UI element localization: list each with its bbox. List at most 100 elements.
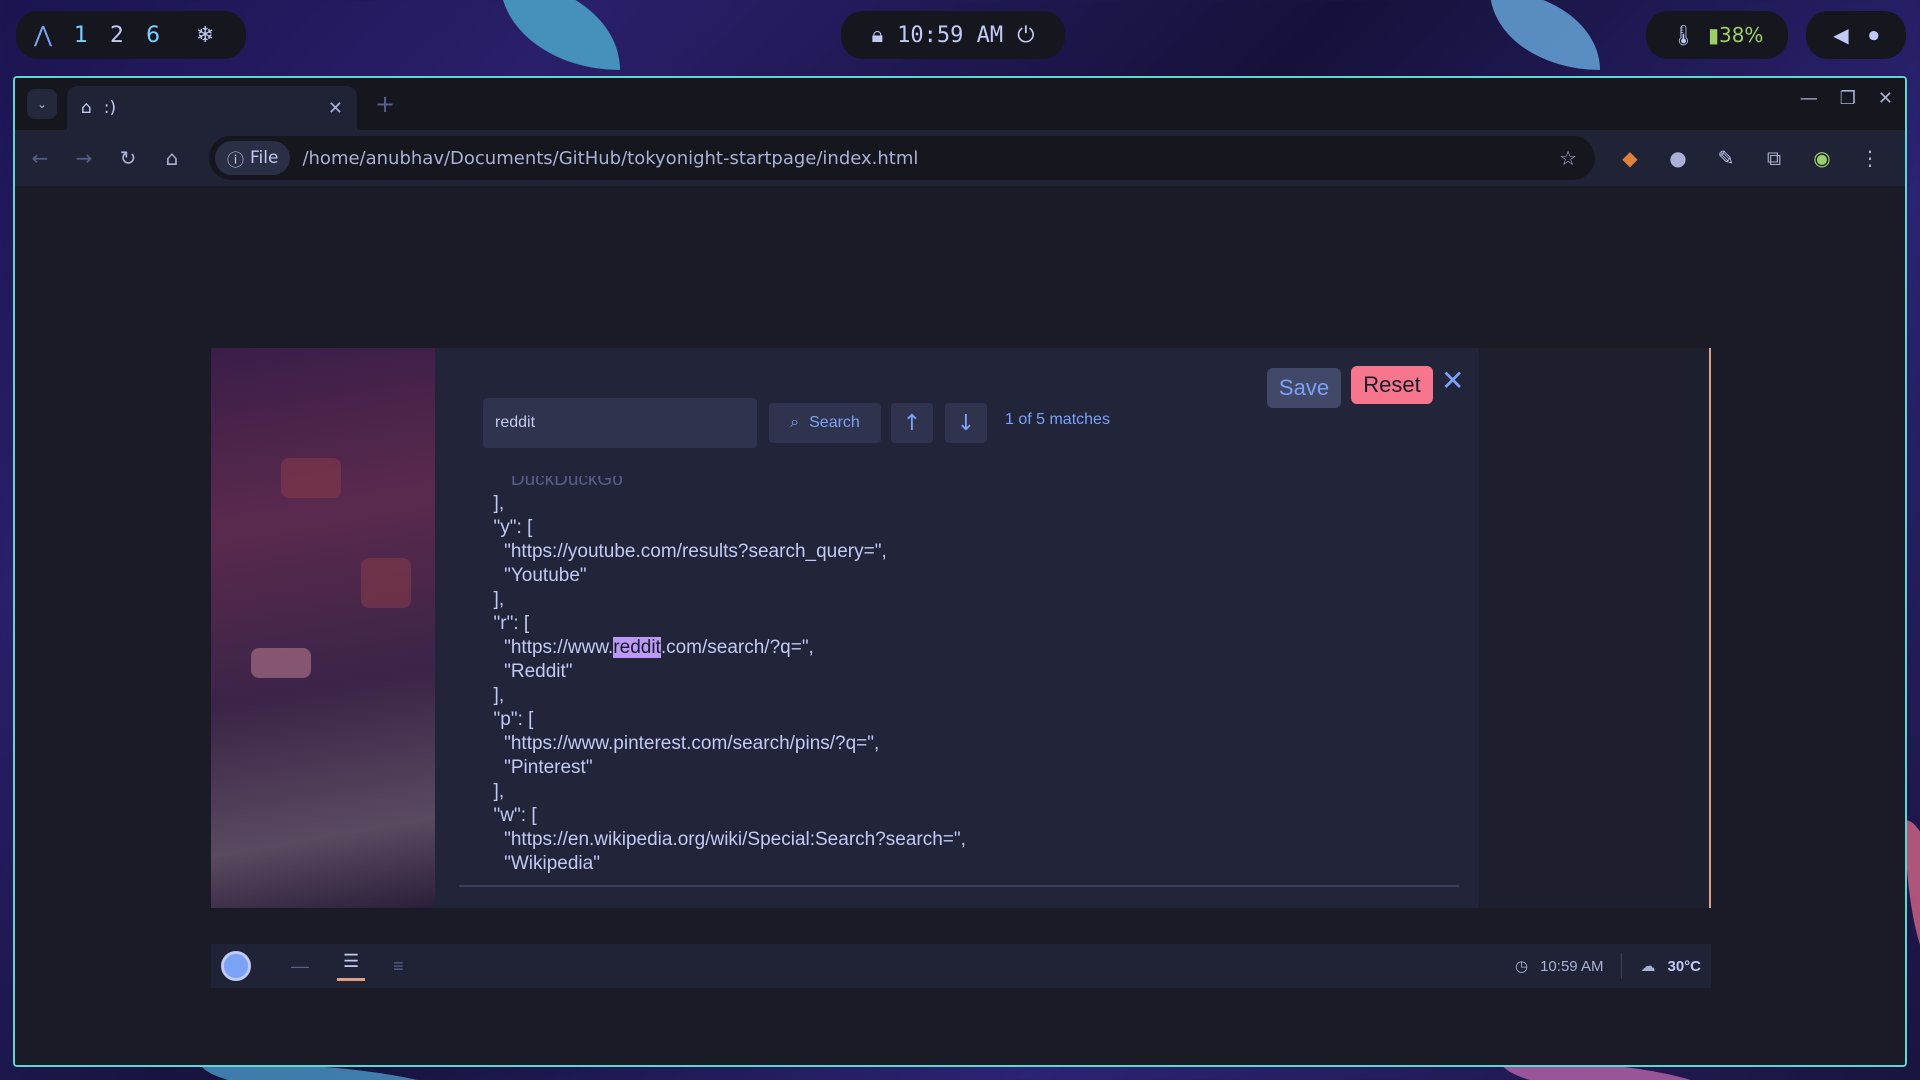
user-avatar[interactable] [221, 951, 251, 981]
thermometer-icon: 🌡︎ [1670, 23, 1696, 47]
save-button[interactable]: Save [1267, 368, 1341, 408]
info-icon: ⓘ [227, 150, 244, 171]
clock-pill: 🔒︎ 10:59 AM ⏻ [841, 11, 1065, 59]
home-icon: ⌂ [81, 98, 92, 118]
layout-lines-icon[interactable]: ☰ [337, 951, 366, 981]
url-text[interactable]: /home/anubhav/Documents/GitHub/tokyonigh… [302, 148, 1547, 169]
bookmark-star-icon[interactable]: ☆ [1559, 146, 1577, 170]
code-line: "https://youtube.com/results?search_quer… [483, 541, 887, 562]
search-button[interactable]: ⌕ Search [769, 403, 881, 443]
code-line: "y": [ [483, 517, 533, 538]
arrow-down-icon: ↓ [956, 410, 976, 436]
search-input[interactable] [483, 398, 757, 448]
code-line: "p": [ [483, 709, 534, 730]
site-info-label: File [250, 148, 279, 168]
new-tab-button[interactable]: + [375, 90, 395, 118]
eyedropper-extension-icon[interactable]: ✎ [1713, 146, 1739, 170]
code-line: "Reddit" [483, 661, 573, 682]
back-icon[interactable]: ← [29, 146, 51, 170]
search-highlight: reddit [613, 637, 661, 658]
battery-percentage: 38% [1718, 23, 1764, 47]
workspace-2[interactable]: 2 [110, 23, 124, 48]
reset-button[interactable]: Reset [1351, 366, 1433, 404]
close-window-icon[interactable]: ✕ [1878, 88, 1893, 109]
code-line: "https://www.pinterest.com/search/pins/?… [483, 733, 880, 754]
battery-level: ▮38% [1707, 23, 1764, 47]
code-fragment: .com/search/?q=", [660, 637, 814, 658]
arch-logo-icon[interactable]: ⋀ [34, 23, 52, 48]
browser-window: ⌄ ⌂ :) ✕ + — ❐ ✕ ← → ↻ ⌂ ⓘ File /home/an… [13, 76, 1907, 1067]
clock-time: 10:59 AM [897, 22, 1004, 48]
lock-icon[interactable]: 🔒︎ [871, 23, 883, 48]
bug-extension-icon[interactable]: ● [1665, 146, 1691, 170]
previous-match-button[interactable]: ↑ [891, 403, 933, 443]
workspace-1[interactable]: 1 [74, 23, 88, 48]
next-match-button[interactable]: ↓ [945, 403, 987, 443]
active-tab[interactable]: ⌂ :) ✕ [67, 86, 357, 130]
layout-menu-icon[interactable]: ≡ [393, 956, 404, 977]
tab-search-dropdown[interactable]: ⌄ [27, 89, 57, 119]
close-tab-icon[interactable]: ✕ [328, 98, 343, 119]
restore-icon[interactable]: ❐ [1840, 88, 1856, 109]
clock-icon: ◷ [1515, 958, 1529, 975]
search-icon: ⌕ [790, 414, 800, 431]
home-button-icon[interactable]: ⌂ [161, 146, 183, 170]
code-line: ], [483, 781, 505, 802]
code-line: ], [483, 589, 505, 610]
status-area: ◷ 10:59 AM ☁ 30°C [1515, 953, 1701, 979]
code-line: ], [483, 493, 505, 514]
profile-avatar-icon[interactable]: ◉ [1809, 146, 1835, 170]
layout-dash-icon[interactable]: — [291, 956, 309, 977]
forward-icon[interactable]: → [73, 146, 95, 170]
code-line: "Pinterest" [483, 757, 593, 778]
system-tray: ◀ ⏺ [1806, 11, 1906, 59]
code-line: "Youtube" [483, 565, 587, 586]
editor-scrollbar-track[interactable] [459, 885, 1459, 887]
top-bar: ⋀ 1 2 6 ❄ 🔒︎ 10:59 AM ⏻ 🌡︎ ▮38% ◀ ⏺ [0, 0, 1920, 72]
workspace-6[interactable]: 6 [146, 23, 160, 48]
code-line: "Wikipedia" [483, 853, 600, 874]
artwork-shape [281, 458, 341, 498]
artwork-shape [251, 648, 311, 678]
arrow-up-icon: ↑ [902, 410, 922, 436]
artwork-shape [361, 558, 411, 608]
site-info-chip[interactable]: ⓘ File [215, 141, 291, 175]
browser-toolbar: ← → ↻ ⌂ ⓘ File /home/anubhav/Documents/G… [15, 130, 1905, 186]
minimize-icon[interactable]: — [1800, 88, 1818, 109]
code-line: ], [483, 685, 505, 706]
json-editor-overlay: Save Reset ✕ ⌕ Search ↑ ↓ 1 of 5 matches… [435, 348, 1479, 908]
startpage-bottom-bar: — ☰ ≡ ◷ 10:59 AM ☁ 30°C [211, 944, 1711, 988]
browser-menu-icon[interactable]: ⋮ [1857, 146, 1883, 170]
system-status: 🌡︎ ▮38% [1646, 11, 1788, 59]
back-arrow-icon[interactable]: ◀ [1833, 23, 1848, 47]
tab-strip: ⌄ ⌂ :) ✕ + — ❐ ✕ [15, 78, 1905, 130]
layout-switcher: — ☰ ≡ [291, 951, 404, 981]
temperature: 30°C [1667, 957, 1701, 975]
tab-title: :) [103, 98, 117, 118]
code-fragment: "https://www. [483, 637, 614, 658]
code-line: "https://en.wikipedia.org/wiki/Special:S… [483, 829, 966, 850]
wallpaper-leaf [1905, 820, 1920, 980]
workspace-switcher: ⋀ 1 2 6 ❄ [16, 11, 246, 59]
code-line: "w": [ [483, 805, 537, 826]
match-counter: 1 of 5 matches [1005, 411, 1110, 428]
close-editor-icon[interactable]: ✕ [1441, 364, 1464, 397]
cloud-icon: ☁ [1640, 958, 1656, 975]
toggle-icon[interactable]: ⏺ [1869, 23, 1879, 47]
address-bar[interactable]: ⓘ File /home/anubhav/Documents/GitHub/to… [209, 136, 1595, 180]
startpage-card: Save Reset ✕ ⌕ Search ↑ ↓ 1 of 5 matches… [211, 348, 1711, 908]
json-code-area[interactable]: "DuckDuckGo" ], "y": [ "https://youtube.… [483, 476, 1463, 888]
extensions-puzzle-icon[interactable]: ⧉ [1761, 146, 1787, 170]
page-viewport: Save Reset ✕ ⌕ Search ↑ ↓ 1 of 5 matches… [15, 186, 1905, 1065]
reload-icon[interactable]: ↻ [117, 146, 139, 170]
card-artwork [211, 348, 435, 908]
divider [1621, 953, 1623, 979]
bottom-time: 10:59 AM [1540, 957, 1604, 975]
code-line-match: "https://www.reddit.com/search/?q=", [483, 636, 1463, 660]
snowflake-icon[interactable]: ❄ [196, 23, 214, 48]
power-icon[interactable]: ⏻ [1017, 23, 1034, 48]
window-controls: — ❐ ✕ [1800, 88, 1893, 109]
search-button-label: Search [809, 414, 860, 431]
metamask-extension-icon[interactable]: ◆ [1617, 146, 1643, 170]
code-line: "DuckDuckGo" [483, 476, 630, 490]
